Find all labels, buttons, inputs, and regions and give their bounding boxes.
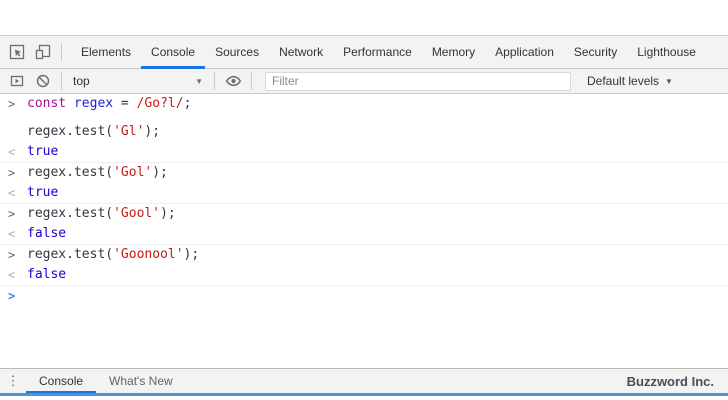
token-plain: regex.test(	[27, 165, 114, 180]
console-command: regex.test('Gol'); >	[0, 163, 728, 183]
console-entry: const regex = /Go?l/; regex.test('Gl'); >…	[0, 94, 728, 163]
result-chevron-icon: <	[8, 227, 16, 241]
console-result: false <	[0, 265, 728, 285]
log-levels-dropdown[interactable]: Default levels ▼	[587, 74, 673, 88]
console-result: false <	[0, 224, 728, 244]
console-command-line: regex.test('Gol');	[27, 166, 720, 180]
console-result-line: true	[27, 145, 720, 159]
execution-context-label: top	[73, 74, 90, 88]
kebab-menu-icon[interactable]: ⋮	[0, 369, 26, 393]
result-chevron-icon: <	[8, 268, 16, 282]
execution-context-selector[interactable]: top ▼	[67, 74, 209, 88]
console-input-line[interactable]	[27, 289, 720, 303]
prompt-chevron-icon: >	[8, 166, 16, 180]
token-boolean: true	[27, 144, 59, 159]
token-regex: /Go?l/	[136, 96, 184, 111]
prompt-chevron-icon: >	[8, 207, 16, 221]
console-command: regex.test('Gool'); >	[0, 204, 728, 224]
console-entry: regex.test('Gol'); > true <	[0, 163, 728, 204]
toolbar-divider	[251, 72, 252, 90]
console-result-line: false	[27, 227, 720, 241]
watermark: Buzzword Inc.	[626, 373, 714, 389]
console-command-line: regex.test('Goonool');	[27, 248, 720, 262]
token-plain: regex.test(	[27, 247, 114, 262]
devtools-tabbar: Elements Console Sources Network Performance…	[0, 36, 728, 69]
console-entry: regex.test('Gool'); > false <	[0, 204, 728, 245]
console-messages: const regex = /Go?l/; regex.test('Gl'); >…	[0, 94, 728, 368]
toolbar-divider	[214, 72, 215, 90]
drawer-tab-console[interactable]: Console	[26, 369, 97, 393]
console-command: regex.test('Goonool'); >	[0, 245, 728, 265]
token-plain: regex.test(	[27, 124, 114, 139]
console-toolbar: top ▼ Default levels ▼	[0, 69, 728, 94]
devtools-tabs: Elements Console Sources Network Performance…	[71, 36, 706, 69]
console-command: const regex = /Go?l/; regex.test('Gl'); >	[0, 94, 728, 142]
console-result: true <	[0, 183, 728, 203]
tab-security[interactable]: Security	[564, 36, 627, 68]
token-boolean: true	[27, 185, 59, 200]
token-plain: regex.test(	[27, 206, 114, 221]
console-result-line: true	[27, 186, 720, 200]
filter-input[interactable]	[265, 71, 571, 91]
drawer-tab-what-s-new[interactable]: What's New	[96, 369, 186, 393]
log-levels-label: Default levels	[587, 74, 660, 88]
console-entry: regex.test('Goonool'); > false <	[0, 245, 728, 286]
tab-memory[interactable]: Memory	[422, 36, 485, 68]
token-plain: );	[160, 206, 176, 221]
tab-application[interactable]: Application	[485, 36, 564, 68]
tab-lighthouse[interactable]: Lighthouse	[627, 36, 706, 68]
token-string: 'Goonool'	[113, 247, 184, 262]
console-result-line: false	[27, 268, 720, 282]
token-plain: );	[152, 165, 168, 180]
token-string: 'Gol'	[113, 165, 153, 180]
tabbar-icons	[0, 36, 71, 68]
token-boolean: false	[27, 226, 67, 241]
console-result: true <	[0, 142, 728, 162]
live-expression-eye-icon[interactable]	[220, 68, 246, 94]
token-plain: =	[113, 96, 137, 111]
tab-network[interactable]: Network	[269, 36, 333, 68]
tabbar-divider	[61, 43, 62, 61]
tab-performance[interactable]: Performance	[333, 36, 422, 68]
token-plain: );	[183, 247, 200, 262]
active-prompt-chevron-icon: >	[8, 289, 16, 303]
token-boolean: false	[27, 267, 67, 282]
console-command-line: const regex = /Go?l/;	[27, 97, 720, 111]
toolbar-divider	[61, 72, 62, 90]
bottom-accent-bar	[0, 393, 728, 396]
prompt-chevron-icon: >	[8, 97, 16, 111]
clear-console-icon[interactable]	[30, 68, 56, 94]
token-def: regex	[73, 96, 114, 111]
device-toolbar-icon[interactable]	[30, 39, 56, 65]
console-sidebar-toggle-icon[interactable]	[4, 68, 30, 94]
inspect-element-icon[interactable]	[4, 39, 30, 65]
token-keyword: const	[27, 96, 67, 111]
tab-console[interactable]: Console	[141, 36, 206, 69]
token-plain: ;	[183, 96, 192, 111]
prompt-chevron-icon: >	[8, 248, 16, 262]
chevron-down-icon: ▼	[665, 76, 673, 86]
console-command-line	[27, 111, 720, 125]
console-prompt[interactable]: >	[0, 286, 728, 306]
tab-sources[interactable]: Sources	[205, 36, 269, 68]
token-string: 'Gl'	[113, 124, 145, 139]
result-chevron-icon: <	[8, 186, 16, 200]
token-string: 'Gool'	[113, 206, 161, 221]
console-command-line: regex.test('Gl');	[27, 125, 720, 139]
tab-elements[interactable]: Elements	[71, 36, 141, 68]
drawer-bar: ⋮ Console What's New Buzzword Inc.	[0, 368, 728, 393]
chevron-down-icon: ▼	[195, 76, 203, 86]
browser-page-area	[0, 0, 728, 36]
console-command-line: regex.test('Gool');	[27, 207, 720, 221]
result-chevron-icon: <	[8, 145, 16, 159]
token-plain: );	[144, 124, 161, 139]
drawer-tabs: Console What's New	[26, 369, 186, 393]
